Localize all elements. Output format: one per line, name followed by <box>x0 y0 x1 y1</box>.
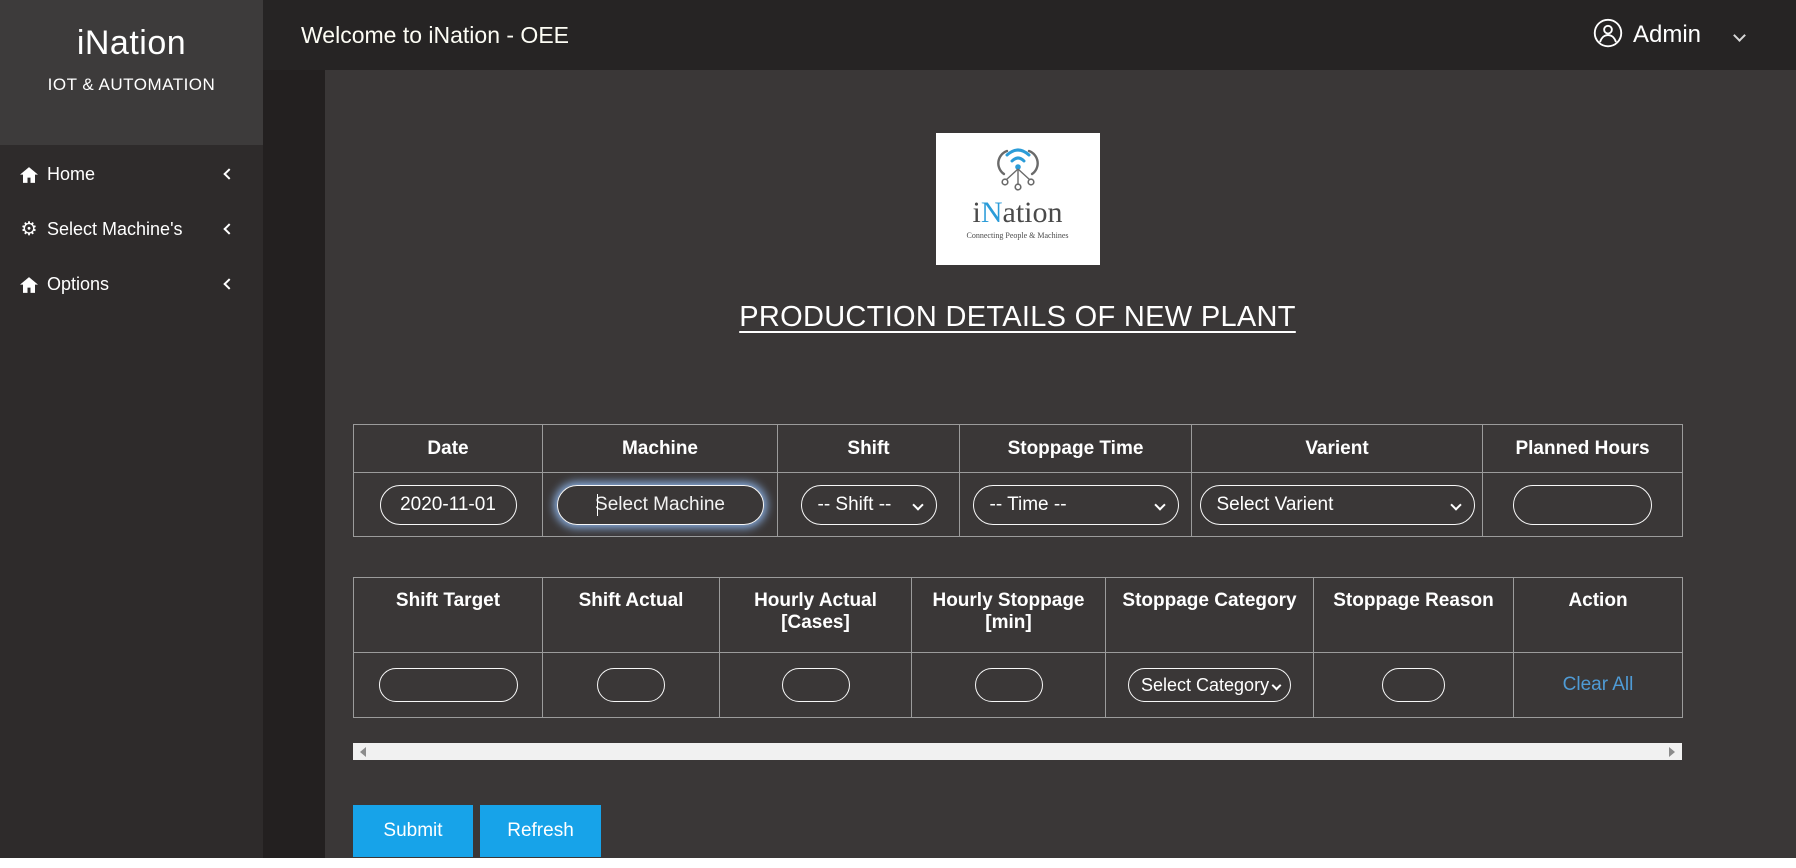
clear-all-link[interactable]: Clear All <box>1563 674 1634 695</box>
scroll-right-arrow-icon[interactable] <box>1669 747 1675 757</box>
input-row: Select Category Clear All <box>354 653 1683 718</box>
header-row: Date Machine Shift Stoppage Time Varient… <box>354 425 1683 473</box>
sidebar-brand: iNation IOT & AUTOMATION <box>0 0 263 145</box>
column-header-hourly-actual: Hourly Actual [Cases] <box>720 578 912 653</box>
column-header-action: Action <box>1514 578 1683 653</box>
refresh-button[interactable]: Refresh <box>480 805 601 857</box>
column-header-date: Date <box>354 425 543 473</box>
form-actions: Submit Refresh <box>353 805 1682 857</box>
logo-tagline: Connecting People & Machines <box>936 231 1100 240</box>
machine-input[interactable] <box>557 485 764 525</box>
stoppage-category-select[interactable]: Select Category <box>1128 668 1291 702</box>
stoppage-reason-input[interactable] <box>1382 668 1445 702</box>
hourly-actual-input[interactable] <box>782 668 850 702</box>
sidebar-item-label: Options <box>47 274 109 295</box>
column-header-shift: Shift <box>778 425 960 473</box>
gear-icon: ⚙ <box>18 220 40 239</box>
ination-logo: iNation Connecting People & Machines <box>936 133 1100 265</box>
stoppage-time-select[interactable]: -- Time -- <box>973 485 1179 525</box>
cloud-wifi-icon <box>972 141 1064 193</box>
sidebar-item-label: Home <box>47 164 95 185</box>
column-header-shift-target: Shift Target <box>354 578 543 653</box>
chevron-left-icon <box>223 223 234 234</box>
content-panel: iNation Connecting People & Machines PRO… <box>325 70 1796 858</box>
sidebar-menu: Home ⚙ Select Machine's Options <box>0 145 263 312</box>
chevron-down-icon <box>1272 680 1282 690</box>
user-circle-icon <box>1593 18 1623 53</box>
horizontal-scrollbar[interactable] <box>353 743 1682 760</box>
column-header-varient: Varient <box>1192 425 1483 473</box>
header-row: Shift Target Shift Actual Hourly Actual … <box>354 578 1683 653</box>
section-heading: PRODUCTION DETAILS OF NEW PLANT <box>353 297 1682 337</box>
content-gutter: iNation Connecting People & Machines PRO… <box>263 70 1796 858</box>
home-icon <box>18 277 40 293</box>
chevron-left-icon <box>223 168 234 179</box>
top-header: Welcome to iNation - OEE Admin <box>263 0 1796 70</box>
column-header-planned-hours: Planned Hours <box>1483 425 1683 473</box>
sidebar-item-home[interactable]: Home <box>0 147 263 202</box>
main-area: Welcome to iNation - OEE Admin <box>263 0 1796 858</box>
submit-button[interactable]: Submit <box>353 805 473 857</box>
chevron-down-icon <box>1154 499 1165 510</box>
chevron-down-icon <box>1733 29 1746 42</box>
column-header-stoppage-reason: Stoppage Reason <box>1314 578 1514 653</box>
page-title: Welcome to iNation - OEE <box>301 22 569 49</box>
production-detail-table: Shift Target Shift Actual Hourly Actual … <box>353 577 1683 718</box>
sidebar-item-label: Select Machine's <box>47 219 183 240</box>
column-header-hourly-stoppage: Hourly Stoppage [min] <box>912 578 1106 653</box>
text-caret <box>597 494 598 516</box>
shift-select[interactable]: -- Shift -- <box>801 485 937 525</box>
column-header-stoppage-category: Stoppage Category <box>1106 578 1314 653</box>
sidebar: iNation IOT & AUTOMATION Home ⚙ Select M… <box>0 0 263 858</box>
production-form-table: Date Machine Shift Stoppage Time Varient… <box>353 424 1683 537</box>
planned-hours-input[interactable] <box>1513 485 1652 525</box>
home-icon <box>18 167 40 183</box>
user-menu[interactable]: Admin <box>1593 18 1744 53</box>
brand-subtitle: IOT & AUTOMATION <box>0 75 263 95</box>
sidebar-item-options[interactable]: Options <box>0 257 263 312</box>
chevron-left-icon <box>223 278 234 289</box>
hourly-stoppage-input[interactable] <box>975 668 1043 702</box>
user-name: Admin <box>1633 21 1701 49</box>
input-row: -- Shift -- -- Time -- <box>354 473 1683 537</box>
shift-target-input[interactable] <box>379 668 518 702</box>
brand-title: iNation <box>0 24 263 63</box>
column-header-stoppage-time: Stoppage Time <box>960 425 1192 473</box>
scroll-left-arrow-icon[interactable] <box>360 747 366 757</box>
logo-wordmark: iNation <box>936 198 1100 228</box>
chevron-down-icon <box>912 499 923 510</box>
column-header-machine: Machine <box>543 425 778 473</box>
date-input[interactable] <box>380 485 517 525</box>
varient-select[interactable]: Select Varient <box>1200 485 1475 525</box>
shift-actual-input[interactable] <box>597 668 665 702</box>
column-header-shift-actual: Shift Actual <box>543 578 720 653</box>
sidebar-item-select-machines[interactable]: ⚙ Select Machine's <box>0 202 263 257</box>
chevron-down-icon <box>1450 499 1461 510</box>
app-window: iNation IOT & AUTOMATION Home ⚙ Select M… <box>0 0 1796 858</box>
